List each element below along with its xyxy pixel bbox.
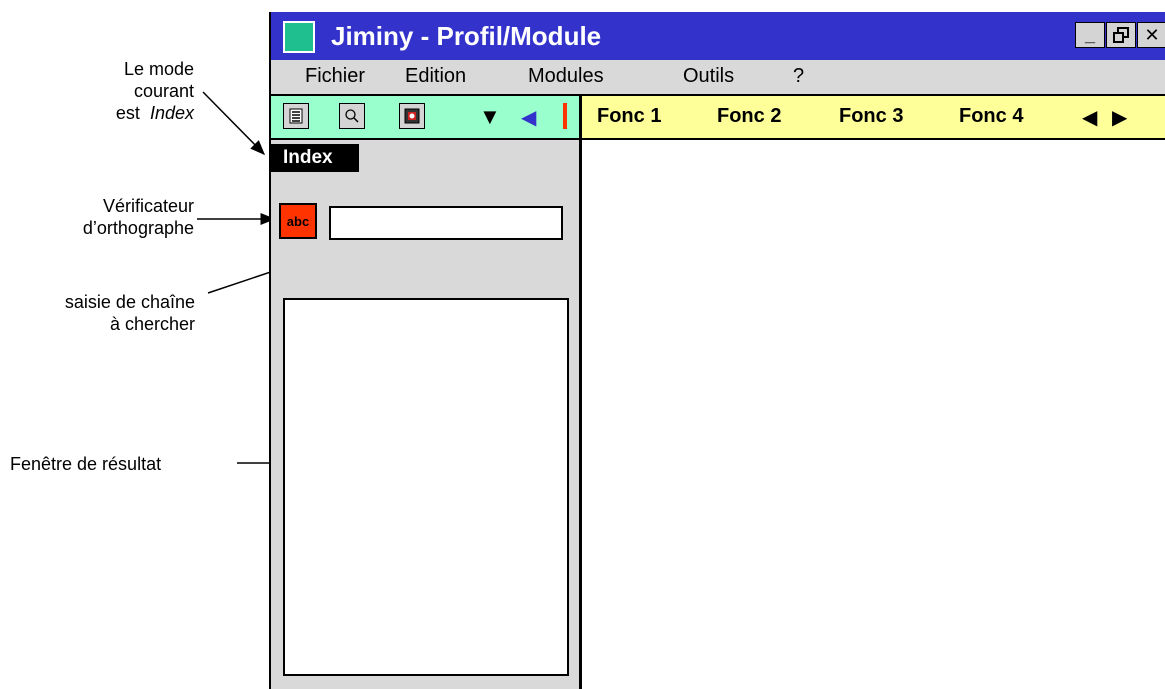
annotation-mode-index: Index bbox=[149, 103, 194, 123]
scroll-right-icon[interactable]: ▶ bbox=[1112, 105, 1127, 130]
left-panel: Index abc bbox=[271, 140, 579, 689]
spell-check-button[interactable]: abc bbox=[279, 203, 317, 239]
annotation-mode-est: est bbox=[115, 103, 140, 123]
annotation-mode-line1: Le mode bbox=[123, 59, 194, 79]
minimize-button[interactable]: _ bbox=[1075, 22, 1105, 48]
list-icon bbox=[289, 108, 303, 124]
annotation-mode-line3: est Index bbox=[60, 102, 194, 124]
panel-splitter-handle[interactable] bbox=[563, 103, 567, 129]
app-icon bbox=[283, 21, 315, 53]
search-icon bbox=[345, 109, 359, 123]
function-3-button[interactable]: Fonc 3 bbox=[839, 105, 903, 128]
restore-button[interactable] bbox=[1106, 22, 1136, 48]
annotation-mode-line2: courant bbox=[133, 81, 194, 101]
annotation-mode: Le mode courant est Index bbox=[60, 58, 194, 124]
title-bar[interactable]: Jiminy - Profil/Module _ ✕ bbox=[271, 12, 1165, 60]
result-window[interactable] bbox=[283, 298, 569, 676]
menu-fichier[interactable]: Fichier bbox=[305, 65, 365, 88]
annotation-spell: Vérificateur d’orthographe bbox=[20, 195, 194, 239]
function-2-button[interactable]: Fonc 2 bbox=[717, 105, 781, 128]
function-1-button[interactable]: Fonc 1 bbox=[597, 105, 661, 128]
menu-outils[interactable]: Outils bbox=[683, 65, 734, 88]
menu-modules[interactable]: Modules bbox=[528, 65, 604, 88]
image-icon bbox=[404, 108, 420, 124]
function-bar: Fonc 1 Fonc 2 Fonc 3 Fonc 4 ◀ ▶ bbox=[579, 94, 1165, 140]
current-mode-label: Index bbox=[271, 144, 359, 172]
content-area[interactable] bbox=[582, 140, 1165, 689]
menu-help[interactable]: ? bbox=[793, 65, 804, 88]
search-mode-button[interactable] bbox=[339, 103, 365, 129]
window-controls: _ ✕ bbox=[1074, 22, 1165, 48]
menu-edition[interactable]: Edition bbox=[405, 65, 466, 88]
collapse-panel-icon[interactable]: ◀ bbox=[521, 105, 536, 130]
arrow-mode bbox=[202, 91, 266, 156]
menu-bar: Fichier Edition Modules Outils ? bbox=[271, 60, 1165, 94]
annotation-spell-line1: Vérificateur bbox=[102, 196, 194, 216]
scroll-left-icon[interactable]: ◀ bbox=[1082, 105, 1097, 130]
close-icon: ✕ bbox=[1144, 24, 1160, 45]
annotation-search: saisie de chaîne à chercher bbox=[0, 291, 195, 335]
mode-toolbar: ▼ ◀ bbox=[271, 94, 579, 140]
image-mode-button[interactable] bbox=[399, 103, 425, 129]
close-button[interactable]: ✕ bbox=[1137, 22, 1165, 48]
dropdown-icon[interactable]: ▼ bbox=[479, 104, 501, 130]
annotation-search-line2: à chercher bbox=[109, 314, 195, 334]
annotation-search-line1: saisie de chaîne bbox=[64, 292, 195, 312]
index-mode-button[interactable] bbox=[283, 103, 309, 129]
function-4-button[interactable]: Fonc 4 bbox=[959, 105, 1023, 128]
annotation-spell-line2: d’orthographe bbox=[82, 218, 194, 238]
app-window: Jiminy - Profil/Module _ ✕ Fichier Editi… bbox=[269, 12, 1165, 689]
restore-icon bbox=[1113, 27, 1129, 43]
annotation-result: Fenêtre de résultat bbox=[10, 454, 162, 474]
window-title: Jiminy - Profil/Module bbox=[331, 21, 602, 51]
minimize-icon: _ bbox=[1084, 24, 1095, 45]
search-input[interactable] bbox=[329, 206, 563, 240]
